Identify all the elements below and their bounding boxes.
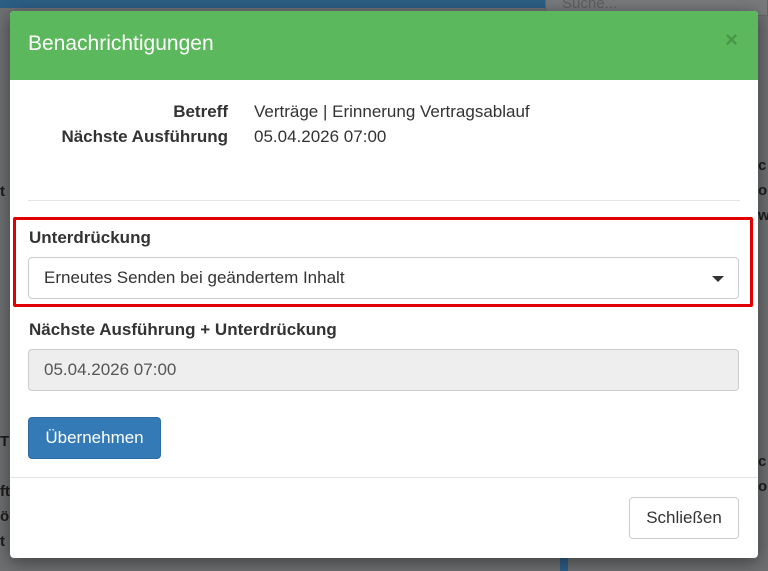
close-button[interactable]: Schließen bbox=[629, 497, 739, 539]
suppression-selected-value: Erneutes Senden bei geändertem Inhalt bbox=[44, 268, 345, 287]
info-row-subject: Betreff Verträge | Erinnerung Vertragsab… bbox=[10, 102, 758, 124]
notifications-modal: Benachrichtigungen × Betreff Verträge | … bbox=[10, 11, 758, 558]
footer-divider bbox=[10, 477, 758, 478]
subject-value: Verträge | Erinnerung Vertragsablauf bbox=[254, 102, 530, 121]
suppression-label: Unterdrückung bbox=[29, 228, 151, 247]
next-run-value: 05.04.2026 07:00 bbox=[254, 127, 387, 146]
apply-button[interactable]: Übernehmen bbox=[28, 417, 161, 459]
chevron-down-icon bbox=[712, 276, 724, 282]
modal-header: Benachrichtigungen × bbox=[10, 11, 758, 80]
background-text-fragment: t bbox=[0, 183, 5, 200]
background-text-fragment: T bbox=[0, 433, 10, 450]
divider bbox=[28, 200, 740, 201]
next-with-suppression-label: Nächste Ausführung + Unterdrückung bbox=[29, 320, 337, 339]
next-run-label: Nächste Ausführung bbox=[61, 127, 228, 146]
close-icon[interactable]: × bbox=[725, 27, 738, 53]
background-text-fragment: w bbox=[758, 207, 768, 224]
background-text-fragment: ö bbox=[0, 508, 10, 525]
modal-title: Benachrichtigungen bbox=[28, 32, 214, 55]
next-with-suppression-field: 05.04.2026 07:00 bbox=[28, 349, 739, 391]
background-text-fragment: t bbox=[0, 533, 5, 550]
subject-label: Betreff bbox=[173, 102, 228, 121]
background-text-fragment: ft bbox=[0, 483, 10, 500]
background-text-fragment: o bbox=[758, 478, 768, 495]
info-row-next-run: Nächste Ausführung 05.04.2026 07:00 bbox=[10, 127, 758, 149]
suppression-select[interactable]: Erneutes Senden bei geändertem Inhalt bbox=[28, 257, 739, 299]
background-text-fragment: o bbox=[758, 182, 768, 199]
background-text-fragment: c bbox=[758, 157, 767, 174]
background-text-fragment: c bbox=[758, 453, 767, 470]
